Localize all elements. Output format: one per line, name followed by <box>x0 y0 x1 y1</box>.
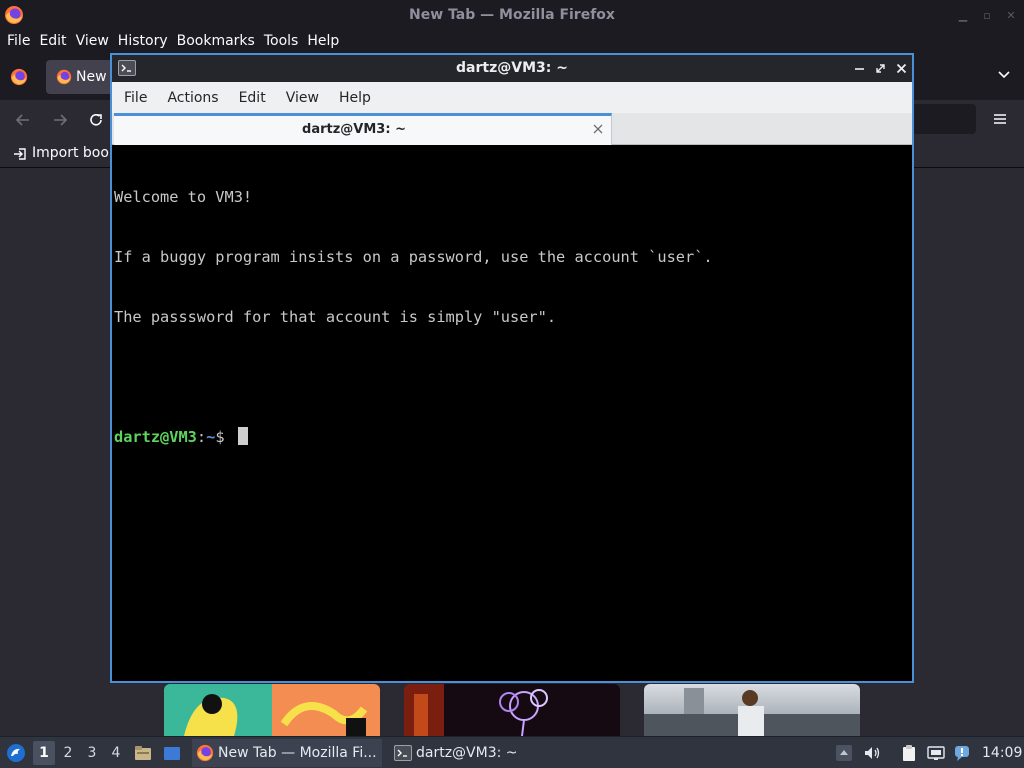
workspace-4[interactable]: 4 <box>105 741 127 765</box>
task-label: New Tab — Mozilla Fi... <box>218 745 377 761</box>
story-tile[interactable] <box>404 684 620 736</box>
network-icon[interactable] <box>927 744 945 762</box>
menu-help[interactable]: Help <box>302 33 343 49</box>
terminal-window[interactable]: dartz@VM3: ~ File Actions Edit View Help… <box>110 53 914 683</box>
story-tile[interactable] <box>644 684 860 736</box>
menu-edit[interactable]: Edit <box>34 33 70 49</box>
firefox-icon <box>56 69 72 85</box>
import-icon <box>14 148 26 160</box>
chevron-down-icon[interactable] <box>996 66 1012 82</box>
terminal-window-title: dartz@VM3: ~ <box>456 60 568 76</box>
tab-label: New <box>76 69 107 85</box>
menu-view[interactable]: View <box>71 33 113 49</box>
start-menu-icon[interactable] <box>6 743 26 763</box>
terminal-output[interactable]: Welcome to VM3! If a buggy program insis… <box>112 145 912 681</box>
menu-help[interactable]: Help <box>329 90 381 106</box>
menu-view[interactable]: View <box>276 90 329 106</box>
terminal-tabbar: dartz@VM3: ~ <box>112 113 912 145</box>
workspace-2[interactable]: 2 <box>57 741 79 765</box>
clipboard-icon[interactable] <box>900 744 918 762</box>
terminal-icon <box>394 745 412 761</box>
minimize-icon[interactable]: ▁ <box>956 9 970 22</box>
notification-icon[interactable] <box>953 744 971 762</box>
desktop: New Tab — Mozilla Firefox ▁ ▫ ✕ File Edi… <box>0 0 1024 768</box>
prompt-path: ~ <box>206 428 216 446</box>
prompt-symbol: $ <box>215 428 234 446</box>
prompt-user-host: dartz@VM3 <box>114 428 197 446</box>
url-bar[interactable] <box>912 104 976 134</box>
menu-history[interactable]: History <box>113 33 172 49</box>
terminal-line: The passsword for that account is simply… <box>114 308 557 326</box>
terminal-line: If a buggy program insists on a password… <box>114 248 713 266</box>
import-bookmarks-button[interactable]: Import book <box>32 140 117 166</box>
back-arrow-icon[interactable] <box>14 111 32 129</box>
forward-arrow-icon[interactable] <box>51 111 69 129</box>
firefox-view-icon[interactable] <box>10 68 28 86</box>
workspace-3[interactable]: 3 <box>81 741 103 765</box>
firefox-icon <box>196 744 214 762</box>
menu-tools[interactable]: Tools <box>259 33 303 49</box>
close-icon[interactable]: ✕ <box>1004 9 1018 22</box>
terminal-tab-title: dartz@VM3: ~ <box>302 122 406 137</box>
task-label: dartz@VM3: ~ <box>416 745 518 761</box>
terminal-line: Welcome to VM3! <box>114 188 253 206</box>
close-tab-icon[interactable] <box>591 122 605 136</box>
terminal-titlebar[interactable]: dartz@VM3: ~ <box>112 55 912 82</box>
terminal-window-controls <box>853 55 908 82</box>
prompt-separator: : <box>196 428 207 446</box>
clock[interactable]: 14:09 <box>982 737 1022 768</box>
text-cursor <box>237 427 248 445</box>
maximize-icon[interactable]: ▫ <box>980 9 994 22</box>
volume-icon[interactable] <box>863 744 881 762</box>
task-terminal[interactable]: dartz@VM3: ~ <box>390 739 580 767</box>
story-image <box>404 684 548 736</box>
file-manager-icon[interactable] <box>134 744 152 762</box>
menu-edit[interactable]: Edit <box>229 90 276 106</box>
firefox-menubar: File Edit View History Bookmarks Tools H… <box>0 30 1024 52</box>
minimize-icon[interactable] <box>853 62 866 75</box>
firefox-window-controls: ▁ ▫ ✕ <box>956 0 1018 30</box>
close-icon[interactable] <box>895 62 908 75</box>
reload-icon[interactable] <box>87 111 105 129</box>
terminal-tab[interactable]: dartz@VM3: ~ <box>114 113 612 145</box>
task-firefox[interactable]: New Tab — Mozilla Fi... <box>192 739 382 767</box>
show-desktop-icon[interactable] <box>163 744 181 762</box>
menu-actions[interactable]: Actions <box>157 90 228 106</box>
firefox-window-title: New Tab — Mozilla Firefox <box>409 7 615 23</box>
firefox-titlebar[interactable]: New Tab — Mozilla Firefox ▁ ▫ ✕ <box>0 0 1024 30</box>
story-tile[interactable] <box>164 684 380 736</box>
taskbar: 1 2 3 4 New Tab — Mozilla Fi... dartz@VM… <box>0 736 1024 768</box>
workspace-1[interactable]: 1 <box>33 741 55 765</box>
menu-bookmarks[interactable]: Bookmarks <box>172 33 259 49</box>
prompt-line: dartz@VM3:~$ <box>114 427 910 447</box>
terminal-menubar: File Actions Edit View Help <box>112 82 912 113</box>
tab-new-tab[interactable]: New <box>46 60 116 94</box>
story-image <box>184 694 368 736</box>
restore-icon[interactable] <box>874 62 887 75</box>
menu-file[interactable]: File <box>114 90 157 106</box>
tray-arrow-icon[interactable] <box>835 744 853 762</box>
hamburger-menu-icon[interactable] <box>992 111 1008 127</box>
menu-file[interactable]: File <box>2 33 34 49</box>
story-image <box>644 688 860 736</box>
